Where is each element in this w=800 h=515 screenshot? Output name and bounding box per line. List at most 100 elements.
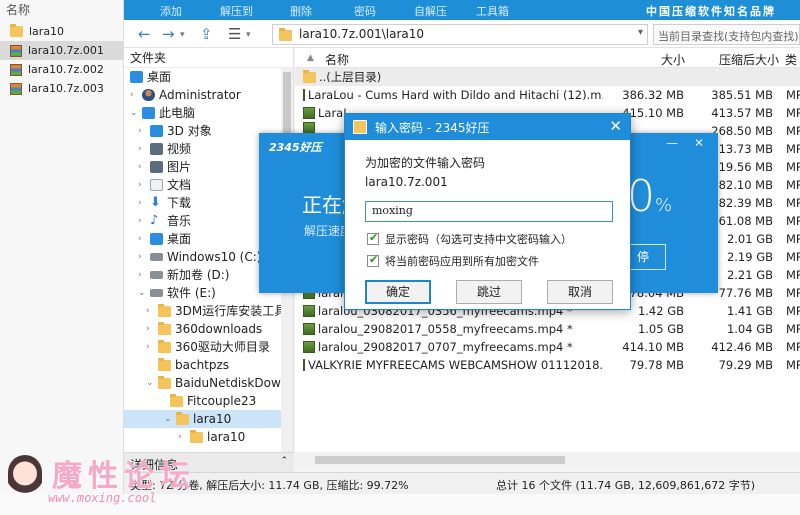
cancel-button[interactable]: 取消: [547, 280, 613, 304]
archive-icon: [10, 63, 22, 76]
column-packed-header[interactable]: 压缩后大小: [719, 51, 779, 68]
left-item-lara10-7z-001[interactable]: lara10.7z.001: [0, 41, 123, 60]
packed-size-cell: 82.39 MB: [718, 196, 773, 210]
file-name-cell: LaraLou - Cums Hard with Dildo and Hitac…: [303, 86, 603, 104]
packed-size-cell: 413.73 MB: [711, 142, 773, 156]
tree-item-this-pc[interactable]: ⌄ 此电脑: [130, 104, 195, 122]
tree-item-documents[interactable]: › 文档: [138, 176, 191, 194]
toolbar-sfx-button[interactable]: 自解压: [414, 3, 447, 19]
video-file-icon: [303, 89, 305, 101]
file-type-cell: MP4: [786, 196, 800, 210]
document-icon: [150, 179, 163, 191]
tree-item-3dm-tools[interactable]: › 3DM运行库安装工具: [146, 302, 286, 320]
tree-item-lara10-sub[interactable]: › lara10: [178, 428, 245, 446]
folder-icon: [190, 429, 203, 443]
path-dropdown-icon[interactable]: ▾: [638, 27, 643, 38]
close-icon[interactable]: ✕: [609, 117, 622, 135]
up-folder-icon[interactable]: ⇪: [200, 25, 213, 43]
file-type-cell: MP4: [786, 286, 800, 300]
forward-arrow-icon[interactable]: →: [162, 25, 175, 43]
video-file-icon: [303, 341, 315, 353]
view-list-icon[interactable]: ☰: [228, 25, 241, 43]
tree-item-pictures[interactable]: › 图片: [138, 158, 191, 176]
view-dropdown-icon[interactable]: ▾: [246, 30, 251, 40]
packed-size-cell: 77.76 MB: [718, 286, 773, 300]
tree-item-desktop-2[interactable]: › 桌面: [138, 230, 191, 248]
status-file-total: 总计 16 个文件 (11.74 GB, 12,609,861,672 字节): [496, 479, 756, 492]
toolbar-extract-button[interactable]: 解压到: [220, 3, 253, 19]
left-item-lara10-7z-002[interactable]: lara10.7z.002: [0, 60, 123, 79]
file-type-cell: MP4: [786, 178, 800, 192]
file-list-header: 名称 ▲ 大小 压缩后大小 类型: [295, 48, 800, 84]
left-item-lara10-folder[interactable]: lara10: [0, 22, 123, 41]
tree-item-360downloads[interactable]: › 360downloads: [146, 320, 262, 338]
path-input[interactable]: lara10.7z.001\lara10 ▾: [272, 24, 648, 45]
tree-item-videos[interactable]: › 视频: [138, 140, 191, 158]
file-size-cell: 1.42 GB: [637, 304, 684, 318]
tree-item-lara10[interactable]: ⌄ lara10: [124, 410, 282, 428]
ok-button[interactable]: 确定: [365, 280, 431, 304]
drive-icon: [150, 253, 163, 261]
table-row[interactable]: VALKYRIE MYFREECAMS WEBCAMSHOW 01112018.…: [295, 356, 800, 374]
checkbox-checked-icon: [367, 231, 379, 245]
horizontal-scrollbar[interactable]: [295, 452, 800, 468]
folder-icon: [303, 69, 316, 83]
history-dropdown-icon[interactable]: ▾: [180, 30, 185, 40]
toolbar-toolbox-button[interactable]: 工具箱: [476, 3, 509, 19]
packed-size-cell: 419.56 MB: [711, 160, 773, 174]
tree-item-music[interactable]: › ♪ 音乐: [138, 212, 191, 230]
file-type-cell: MP4: [786, 340, 800, 354]
details-toggle[interactable]: 详细信息 ⌃: [124, 452, 294, 472]
navigation-bar: ← → ▾ ⇪ ☰ ▾ lara10.7z.001\lara10 ▾ 当前目录查…: [124, 20, 800, 48]
checkbox-checked-icon: [367, 253, 379, 267]
dialog-filename: lara10.7z.001: [365, 175, 448, 189]
packed-size-cell: 1.04 GB: [726, 322, 773, 336]
file-type-cell: MP4: [786, 322, 800, 336]
tree-item-drive-c[interactable]: › Windows10 (C:): [138, 248, 261, 266]
toolbar-delete-button[interactable]: 删除: [290, 3, 312, 19]
file-type-cell: MP4: [786, 268, 800, 282]
drive-icon: [150, 289, 163, 297]
tree-item-360-driver[interactable]: › 360驱动大师目录: [146, 338, 270, 356]
tree-item-baidunetdisk[interactable]: ⌄ BaiduNetdiskDownl: [146, 374, 292, 392]
search-input[interactable]: 当前目录查找(支持包内查找): [653, 24, 800, 45]
folder-tree-header: 文件夹: [124, 48, 293, 68]
tree-item-desktop[interactable]: 桌面: [130, 68, 171, 86]
column-size-header[interactable]: 大小: [661, 51, 685, 68]
tree-item-bachtpzs[interactable]: bachtpzs: [158, 356, 229, 374]
file-type-cell: MP4: [786, 232, 800, 246]
skip-button[interactable]: 跳过: [456, 280, 522, 304]
dialog-title: 输入密码 - 2345好压: [375, 121, 490, 135]
left-item-lara10-7z-003[interactable]: lara10.7z.003: [0, 79, 123, 98]
tree-item-downloads[interactable]: › ⬇ 下载: [138, 194, 191, 212]
show-password-checkbox[interactable]: 显示密码（勾选可支持中文密码输入）: [367, 231, 572, 247]
tree-item-administrator[interactable]: › Administrator: [130, 86, 241, 104]
toolbar-password-button[interactable]: 密码: [354, 3, 376, 19]
tree-item-drive-d[interactable]: › 新加卷 (D:): [138, 266, 229, 284]
table-row[interactable]: LaraLou - Cums Hard with Dildo and Hitac…: [295, 86, 800, 104]
brand-slogan: 中国压缩软件知名品牌: [646, 5, 776, 18]
tree-item-3d-objects[interactable]: › 3D 对象: [138, 122, 212, 140]
table-row[interactable]: laralou_29082017_0707_myfreecams.mp4 * 41…: [295, 338, 800, 356]
back-arrow-icon[interactable]: ←: [138, 25, 151, 43]
packed-size-cell: 385.51 MB: [711, 88, 773, 102]
table-row[interactable]: laralou_29082017_0558_myfreecams.mp4 * 1.…: [295, 320, 800, 338]
apply-all-checkbox[interactable]: 将当前密码应用到所有加密文件: [367, 253, 539, 269]
details-label: 详细信息: [130, 458, 179, 472]
progress-window-controls[interactable]: — ✕: [666, 136, 710, 150]
folder-icon: [158, 339, 171, 353]
chevron-up-icon: ⌃: [280, 456, 288, 466]
tree-item-fitcouple23[interactable]: Fitcouple23: [170, 392, 256, 410]
file-size-cell: 79.78 MB: [629, 358, 684, 372]
video-file-icon: [303, 305, 315, 317]
column-name-header[interactable]: 名称: [325, 51, 349, 68]
tree-item-drive-e[interactable]: ⌄ 软件 (E:): [138, 284, 216, 302]
toolbar-add-button[interactable]: 添加: [160, 3, 182, 19]
file-type-cell: MP4: [786, 142, 800, 156]
horizontal-scrollbar-thumb[interactable]: [315, 456, 565, 464]
parent-directory-row[interactable]: ..(上层目录): [295, 68, 800, 86]
status-archive-info: 类型: 7Z 分卷, 解压后大小: 11.74 GB, 压缩比: 99.72%: [130, 479, 409, 492]
password-field[interactable]: moxing: [365, 201, 613, 222]
3d-objects-icon: [150, 125, 163, 137]
desktop-icon: [150, 233, 163, 245]
